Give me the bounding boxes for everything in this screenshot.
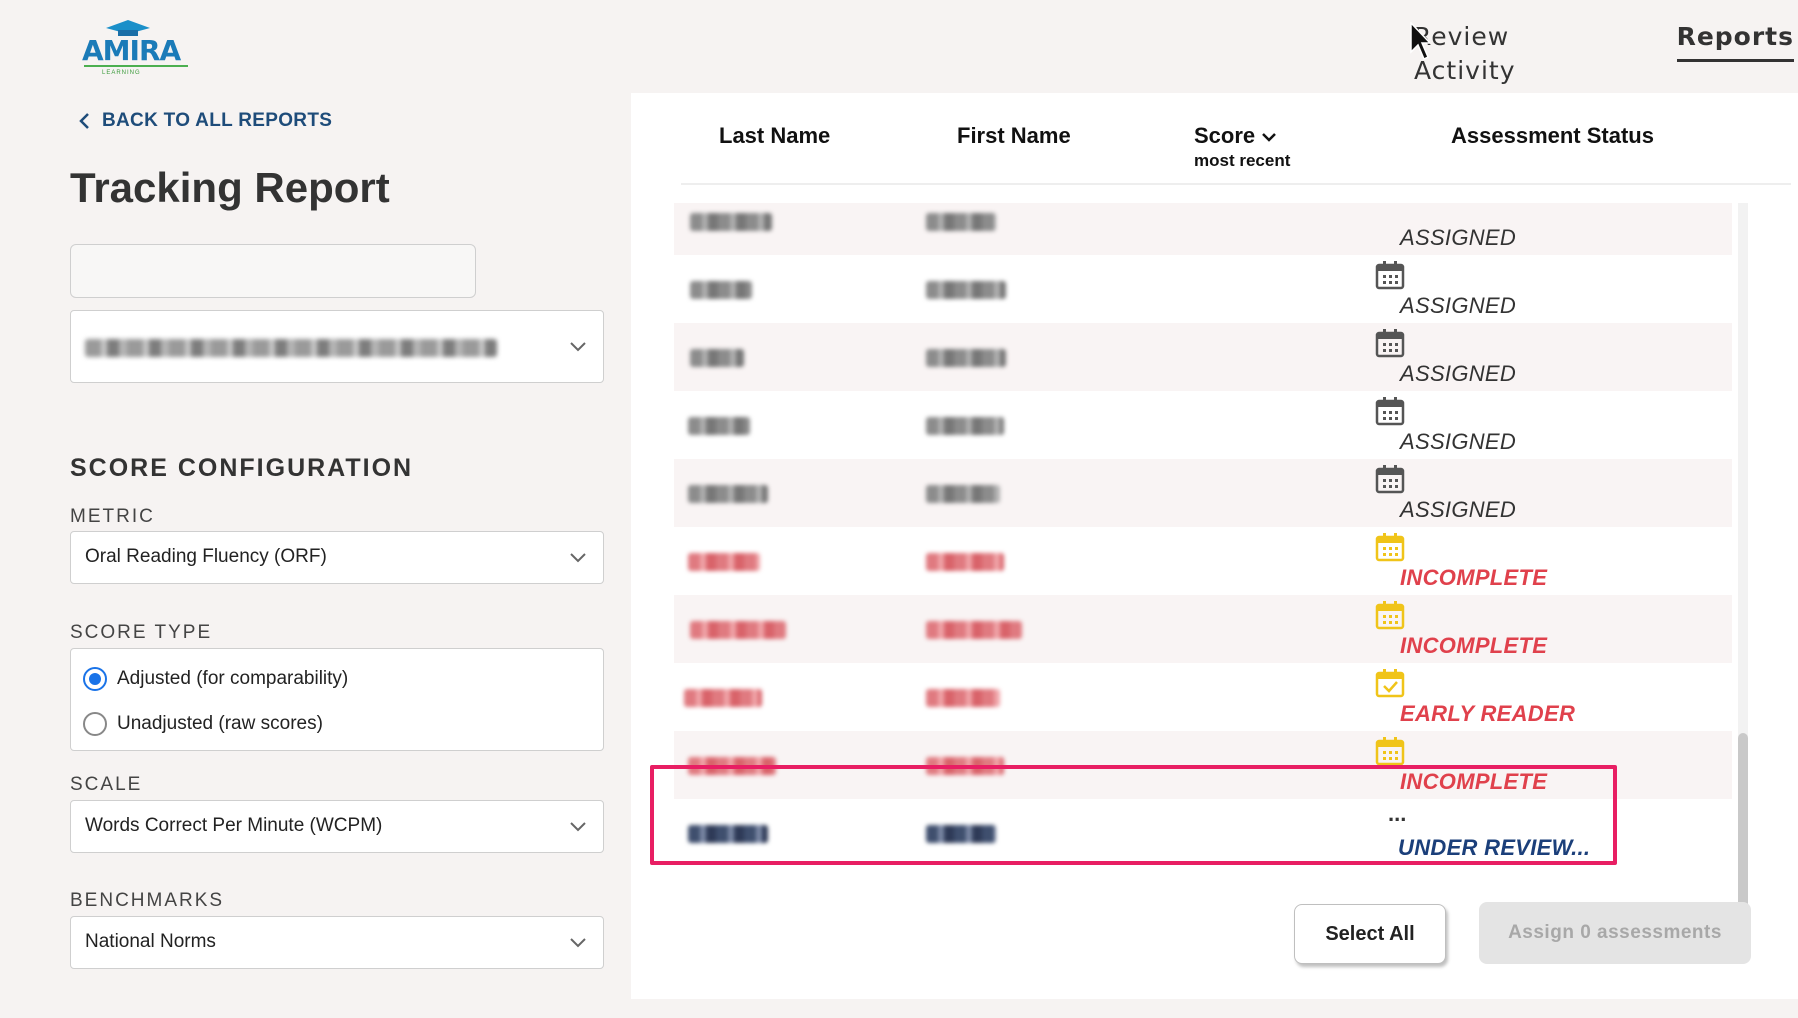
radio-adjusted-label: Adjusted (for comparability) [117, 668, 349, 689]
score-config-title: SCORE CONFIGURATION [70, 454, 414, 482]
table-row[interactable]: ASSIGNED [674, 255, 1732, 323]
calendar-icon [1375, 465, 1405, 494]
page: AMIRA LEARNING Review Activity Reports B… [0, 0, 1798, 1018]
redacted-last-name [684, 689, 762, 707]
redacted-last-name [688, 417, 750, 435]
score-type-label: SCORE TYPE [70, 622, 213, 643]
redacted-first-name [926, 553, 1004, 571]
table-scrollbar[interactable] [1738, 203, 1748, 938]
redacted-first-name [926, 349, 1006, 367]
nav-review-activity[interactable]: Review Activity [1414, 20, 1614, 85]
col-score-sub: most recent [1194, 151, 1291, 170]
status-text: ASSIGNED [1400, 225, 1517, 250]
radio-unselected-icon [83, 712, 107, 736]
status-text: INCOMPLETE [1400, 565, 1548, 590]
redacted-last-name [688, 485, 768, 503]
report-search-input[interactable] [70, 244, 476, 298]
highlight-box [650, 765, 1617, 865]
status-text: ASSIGNED [1400, 497, 1517, 522]
back-link-label: BACK TO ALL REPORTS [102, 110, 333, 131]
status-text: ASSIGNED [1400, 429, 1517, 454]
calendar-warning-icon [1375, 601, 1405, 630]
benchmarks-label: BENCHMARKS [70, 890, 225, 911]
radio-selected-icon [83, 667, 107, 691]
calendar-icon [1375, 329, 1405, 358]
table-row[interactable]: INCOMPLETE [674, 595, 1732, 663]
amira-logo[interactable]: AMIRA LEARNING [80, 18, 190, 76]
calendar-check-icon [1375, 669, 1405, 698]
assign-assessments-button[interactable]: Assign 0 assessments [1479, 902, 1751, 964]
table-row[interactable]: ASSIGNED [674, 459, 1732, 527]
metric-value: Oral Reading Fluency (ORF) [85, 546, 327, 567]
status-text: ASSIGNED [1400, 361, 1517, 386]
benchmarks-select[interactable]: National Norms [70, 916, 604, 969]
benchmarks-value: National Norms [85, 931, 216, 952]
select-all-button[interactable]: Select All [1294, 904, 1446, 964]
status-text: INCOMPLETE [1400, 633, 1548, 658]
nav-reports[interactable]: Reports [1676, 20, 1794, 62]
radio-adjusted[interactable]: Adjusted (for comparability) [83, 667, 348, 691]
table-row[interactable]: ASSIGNED [674, 203, 1732, 255]
col-score-label: Score [1194, 123, 1256, 148]
table-row[interactable]: ASSIGNED [674, 323, 1732, 391]
redacted-last-name [690, 281, 752, 299]
redacted-first-name [926, 281, 1006, 299]
col-first-name[interactable]: First Name [957, 123, 1071, 149]
col-last-name[interactable]: Last Name [719, 123, 830, 149]
calendar-icon [1375, 397, 1405, 426]
redacted-last-name [690, 349, 744, 367]
redacted-last-name [688, 553, 760, 571]
redacted-first-name [926, 213, 996, 231]
chevron-down-icon [1262, 133, 1277, 142]
col-score[interactable]: Score [1194, 123, 1277, 149]
radio-unadjusted-label: Unadjusted (raw scores) [117, 713, 323, 734]
chevron-down-icon [570, 938, 586, 948]
scale-value: Words Correct Per Minute (WCPM) [85, 815, 383, 836]
calendar-icon [1375, 261, 1405, 290]
table-header: Last Name First Name Score most recent A… [681, 93, 1791, 185]
redacted-class-name [85, 339, 497, 357]
chevron-down-icon [570, 553, 586, 563]
chevron-left-icon [79, 113, 89, 129]
redacted-first-name [926, 621, 1022, 639]
metric-select[interactable]: Oral Reading Fluency (ORF) [70, 531, 604, 584]
redacted-first-name [926, 417, 1004, 435]
redacted-first-name [926, 485, 1000, 503]
redacted-last-name [690, 213, 772, 231]
mouse-cursor-icon [1410, 22, 1430, 61]
calendar-warning-icon [1375, 737, 1405, 766]
redacted-first-name [926, 689, 1000, 707]
scale-select[interactable]: Words Correct Per Minute (WCPM) [70, 800, 604, 853]
back-to-reports-link[interactable]: BACK TO ALL REPORTS [78, 110, 332, 132]
table-row[interactable]: INCOMPLETE [674, 527, 1732, 595]
metric-label: METRIC [70, 506, 155, 527]
chevron-down-icon [570, 342, 586, 352]
class-select[interactable] [70, 310, 604, 383]
logo-brand: AMIRA [82, 34, 181, 67]
chevron-down-icon [570, 822, 586, 832]
page-title: Tracking Report [70, 164, 390, 211]
calendar-warning-icon [1375, 533, 1405, 562]
score-type-group: Adjusted (for comparability) Unadjusted … [70, 648, 604, 751]
logo-underline [84, 65, 188, 67]
status-text: ASSIGNED [1400, 293, 1517, 318]
logo-sub: LEARNING [102, 70, 141, 76]
status-text: EARLY READER [1400, 701, 1576, 726]
scale-label: SCALE [70, 774, 143, 795]
table-row[interactable]: ASSIGNED [674, 391, 1732, 459]
table-row[interactable]: EARLY READER [674, 663, 1732, 731]
radio-unadjusted[interactable]: Unadjusted (raw scores) [83, 712, 323, 736]
col-status[interactable]: Assessment Status [1451, 123, 1654, 149]
redacted-last-name [690, 621, 786, 639]
